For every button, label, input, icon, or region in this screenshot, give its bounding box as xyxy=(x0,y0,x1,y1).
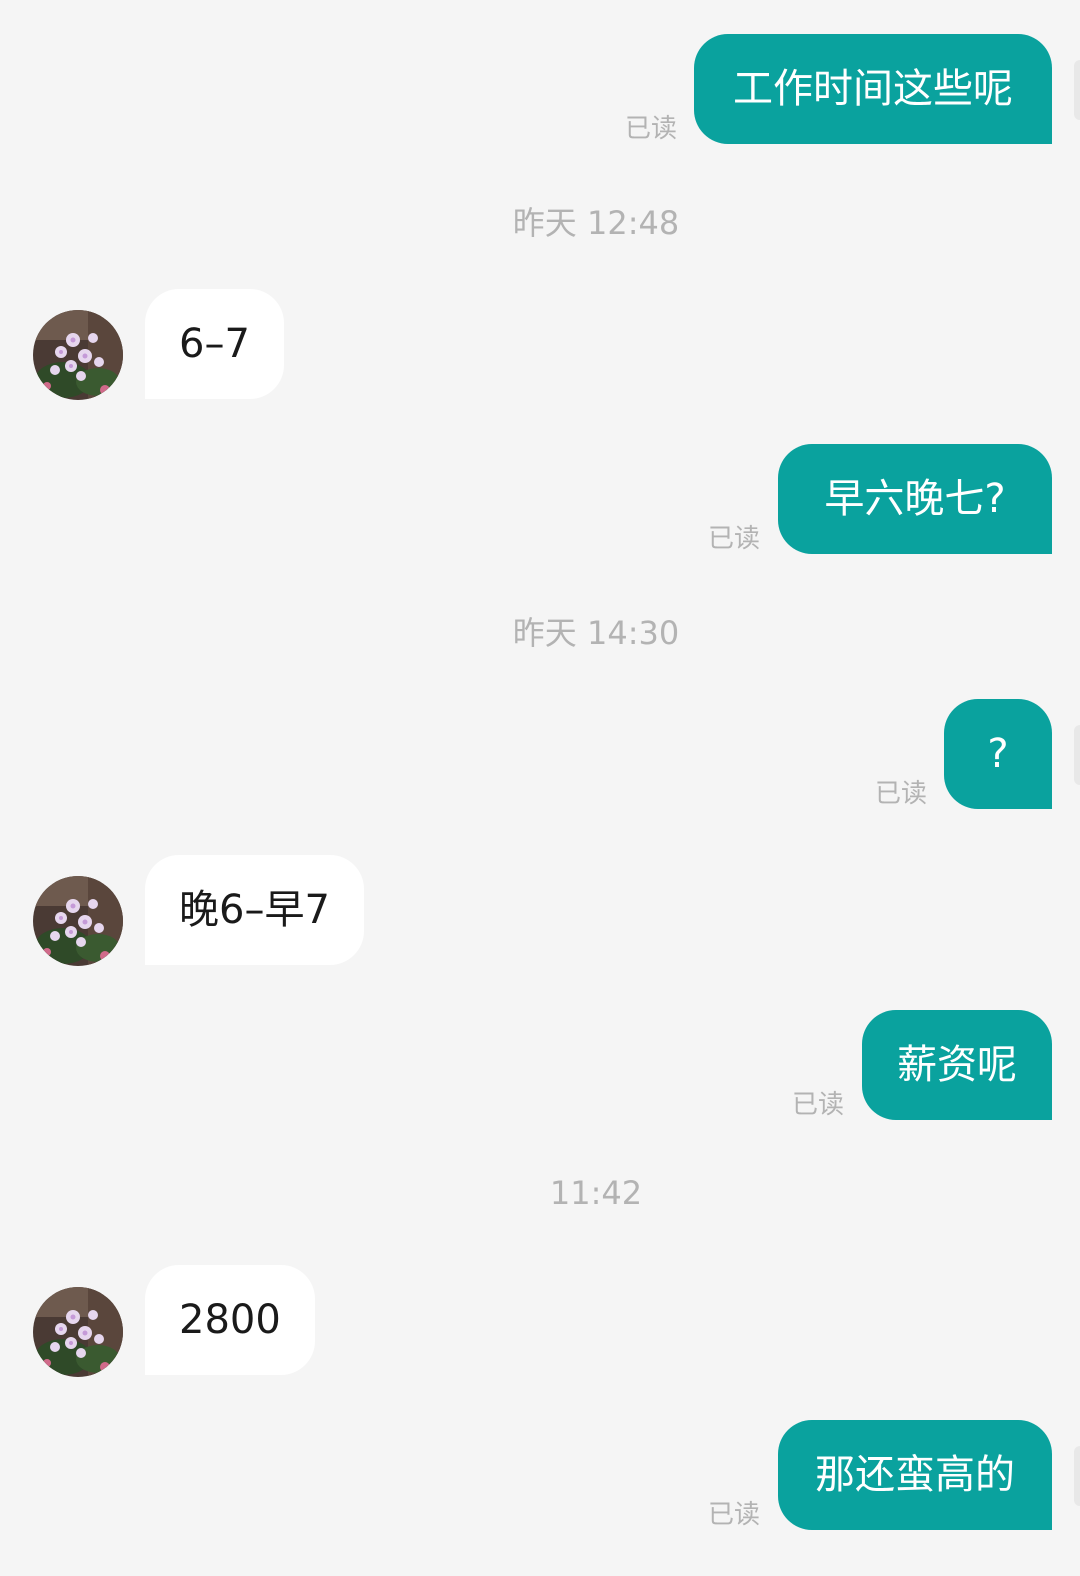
read-receipt: 已读 xyxy=(792,1090,845,1120)
read-receipt: 已读 xyxy=(625,114,678,144)
outgoing-message-bubble[interactable]: 早六晚七? xyxy=(778,444,1052,554)
contact-avatar[interactable] xyxy=(33,1287,123,1377)
outgoing-message-bubble[interactable]: 那还蛮高的 xyxy=(778,1420,1052,1530)
chat-conversation: 工作时间这些呢 已读 昨天 12:48 6–7 早六晚七? 已读 昨天 14:3… xyxy=(0,0,1080,1576)
timestamp: 昨天 12:48 xyxy=(512,204,680,242)
read-receipt: 已读 xyxy=(708,524,761,554)
timestamp: 昨天 14:30 xyxy=(512,614,680,652)
read-receipt: 已读 xyxy=(875,779,928,809)
incoming-message-bubble[interactable]: 6–7 xyxy=(145,289,284,399)
incoming-message-bubble[interactable]: 2800 xyxy=(145,1265,315,1375)
timestamp: 11:42 xyxy=(549,1174,643,1212)
flower-avatar-icon xyxy=(33,876,123,966)
read-receipt: 已读 xyxy=(708,1500,761,1530)
outgoing-message-bubble[interactable]: 工作时间这些呢 xyxy=(694,34,1052,144)
flower-avatar-icon xyxy=(33,310,123,400)
outgoing-message-bubble[interactable]: 薪资呢 xyxy=(862,1010,1052,1120)
incoming-message-bubble[interactable]: 晚6–早7 xyxy=(145,855,364,965)
contact-avatar[interactable] xyxy=(33,876,123,966)
edge-indicator xyxy=(1074,725,1080,785)
flower-avatar-icon xyxy=(33,1287,123,1377)
edge-indicator xyxy=(1074,1446,1080,1506)
edge-indicator xyxy=(1074,60,1080,120)
outgoing-message-bubble[interactable]: ? xyxy=(944,699,1052,809)
contact-avatar[interactable] xyxy=(33,310,123,400)
